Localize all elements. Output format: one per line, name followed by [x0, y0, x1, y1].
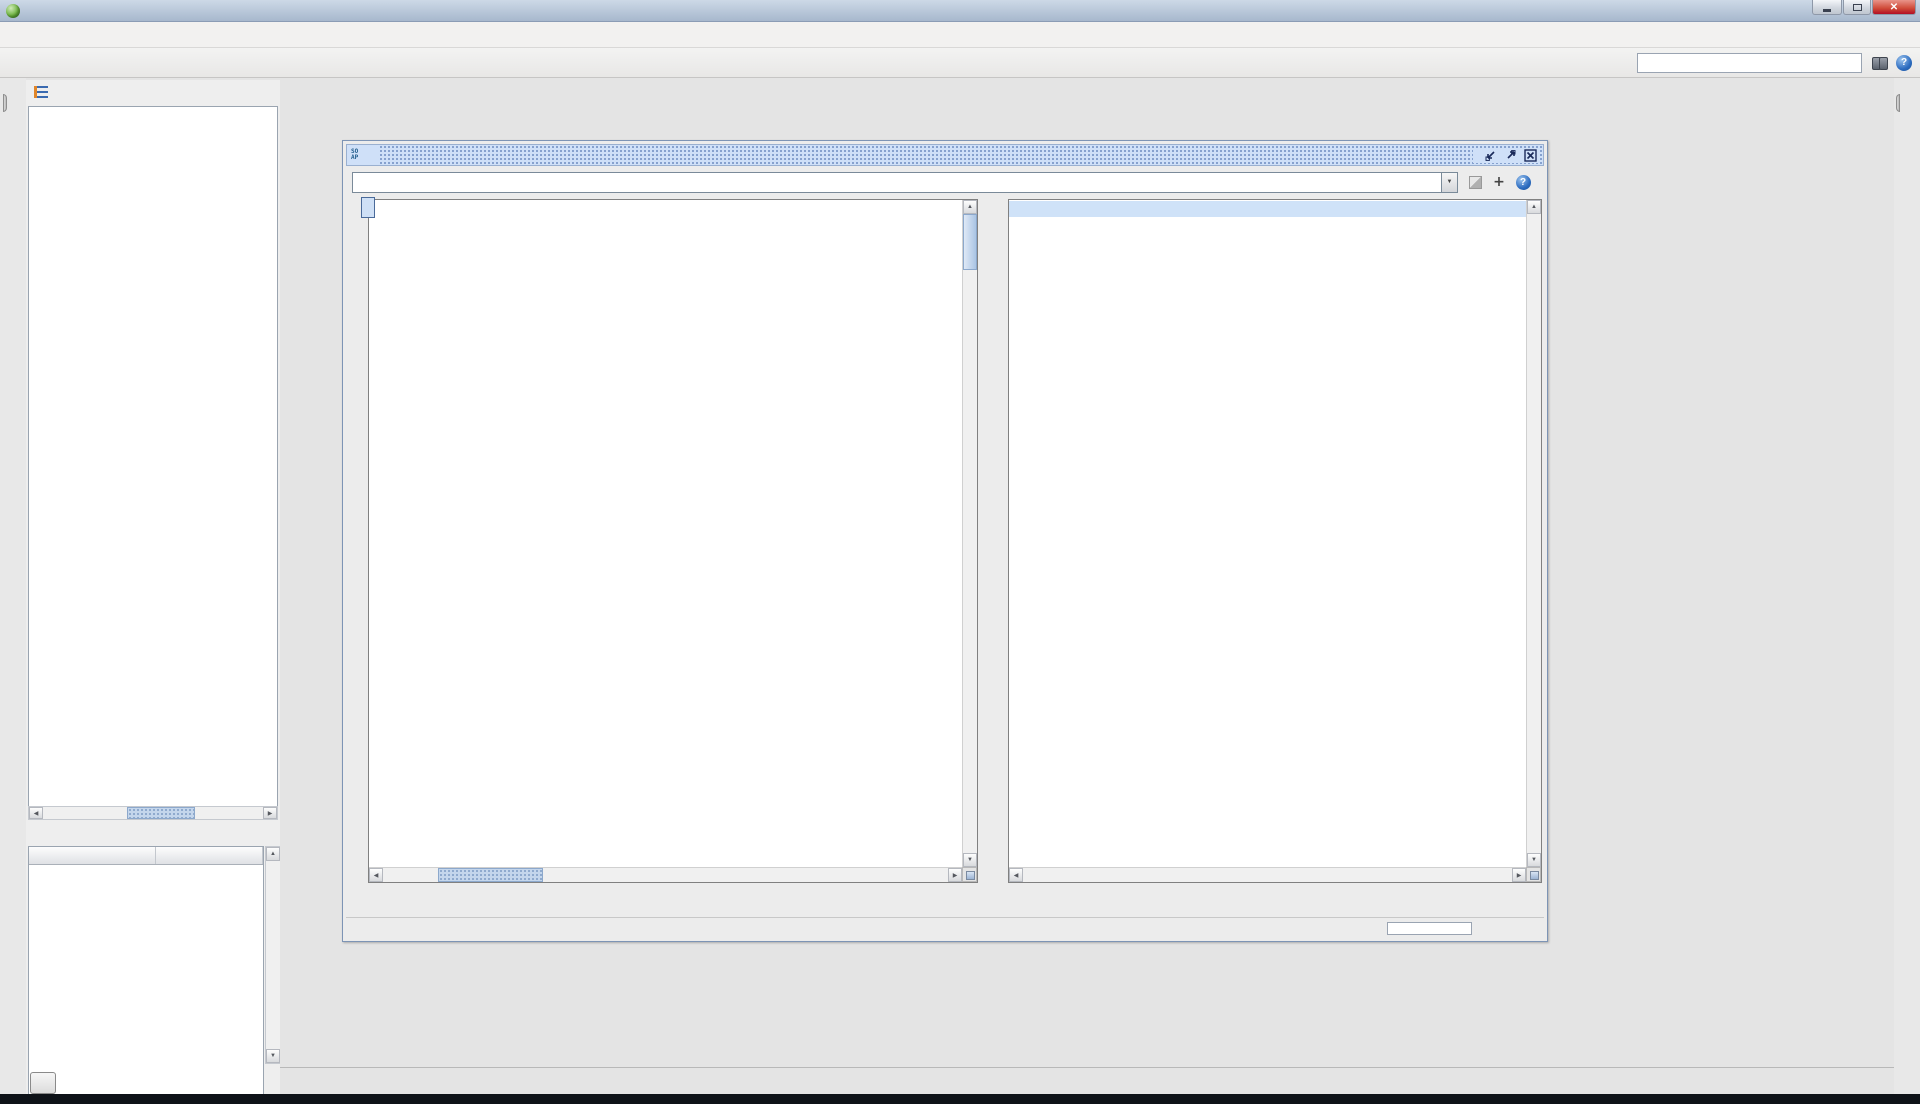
submit-tooltip [361, 197, 375, 218]
search-icon[interactable] [1872, 57, 1888, 69]
main-toolbar: ? [0, 48, 1920, 78]
chevron-down-icon[interactable]: ▼ [1441, 172, 1458, 193]
request-pane: ▲ ▼ ◀ ▶ [350, 199, 978, 883]
right-gutter [1894, 78, 1920, 1094]
scroll-down-icon[interactable]: ▼ [266, 1049, 280, 1063]
window-close-button[interactable]: ✕ [1872, 0, 1916, 15]
window-float-button[interactable] [1502, 148, 1519, 163]
scroll-up-icon[interactable]: ▲ [266, 847, 280, 861]
mdi-desktop: SOAP ▼ + ? [280, 78, 1894, 1094]
request-vertical-scrollbar[interactable]: ▲ ▼ [962, 200, 977, 867]
editor-corner-icon[interactable] [1526, 867, 1541, 882]
request-help-icon[interactable]: ? [1514, 173, 1532, 191]
help-icon[interactable]: ? [1896, 55, 1912, 71]
response-horizontal-scrollbar[interactable]: ◀ ▶ [1009, 867, 1526, 882]
scroll-left-icon[interactable]: ◀ [369, 868, 383, 882]
request-properties-table [28, 846, 264, 1104]
request-xml-editor[interactable]: ▲ ▼ ◀ ▶ [368, 199, 978, 883]
navigator-panel: ◀ ▶ ▲ ▼ [26, 80, 280, 1094]
valid-request-window: SOAP ▼ + ? [342, 140, 1548, 942]
tree-options-icon[interactable] [34, 86, 48, 98]
response-pane: ▲ ▼ ◀ ▶ [990, 199, 1542, 883]
property-column-header[interactable] [29, 847, 156, 864]
editor-corner-icon[interactable] [962, 867, 977, 882]
minimized-windows-bar [280, 1034, 1894, 1068]
navigator-tab[interactable] [3, 94, 7, 112]
log-tabs-bar [280, 1070, 1894, 1094]
window-minimize-button[interactable] [1812, 0, 1842, 15]
window-maximize-button[interactable] [1843, 0, 1871, 15]
minimize-icon [1823, 9, 1831, 12]
window-unfloat-button[interactable] [1482, 148, 1499, 163]
endpoint-url-input[interactable] [352, 172, 1441, 193]
properties-vertical-scrollbar[interactable]: ▲ ▼ [265, 846, 281, 1064]
unfloat-icon [1484, 149, 1497, 162]
response-xml-editor[interactable]: ▲ ▼ ◀ ▶ [1008, 199, 1542, 883]
response-vertical-scrollbar[interactable]: ▲ ▼ [1526, 200, 1541, 867]
request-toolbar: ▼ + ? [346, 166, 1544, 198]
soap-request-icon: SOAP [351, 149, 358, 161]
response-selected-line [1009, 201, 1526, 217]
scroll-thumb[interactable] [127, 807, 195, 819]
close-icon: ✕ [1890, 2, 1898, 13]
scroll-down-icon[interactable]: ▼ [1527, 853, 1541, 867]
search-forum-input[interactable] [1637, 53, 1862, 73]
tree-horizontal-scrollbar[interactable]: ◀ ▶ [28, 806, 278, 820]
endpoint-combo[interactable]: ▼ [352, 172, 1458, 193]
scroll-left-icon[interactable]: ◀ [29, 807, 43, 819]
scroll-up-icon[interactable]: ▲ [1527, 200, 1541, 214]
tear-off-icon[interactable] [1466, 173, 1484, 191]
project-tree [28, 106, 278, 820]
inspector-tab[interactable] [1896, 94, 1900, 112]
float-icon [1504, 149, 1517, 162]
window-close-button-mdi[interactable] [1522, 148, 1539, 163]
menubar [0, 22, 1920, 48]
request-horizontal-scrollbar[interactable]: ◀ ▶ [369, 867, 962, 882]
value-column-header[interactable] [156, 847, 263, 864]
scroll-thumb[interactable] [963, 214, 977, 270]
close-icon [1524, 149, 1537, 162]
app-titlebar: ✕ [0, 0, 1920, 22]
soapui-app-icon [6, 4, 20, 18]
windows-taskbar[interactable] [0, 1094, 1920, 1104]
scroll-up-icon[interactable]: ▲ [963, 200, 977, 214]
progress-indicator [1387, 922, 1472, 935]
add-endpoint-icon[interactable]: + [1490, 173, 1508, 191]
scroll-thumb[interactable] [438, 868, 543, 882]
scroll-right-icon[interactable]: ▶ [948, 868, 962, 882]
scroll-left-icon[interactable]: ◀ [1009, 868, 1023, 882]
properties-button[interactable] [30, 1072, 56, 1094]
request-statusbar [346, 917, 1544, 939]
left-gutter [0, 78, 26, 1094]
scroll-right-icon[interactable]: ▶ [263, 807, 277, 819]
maximize-icon [1853, 4, 1862, 11]
valid-request-titlebar[interactable]: SOAP [346, 144, 1544, 166]
scroll-right-icon[interactable]: ▶ [1512, 868, 1526, 882]
scroll-down-icon[interactable]: ▼ [963, 853, 977, 867]
